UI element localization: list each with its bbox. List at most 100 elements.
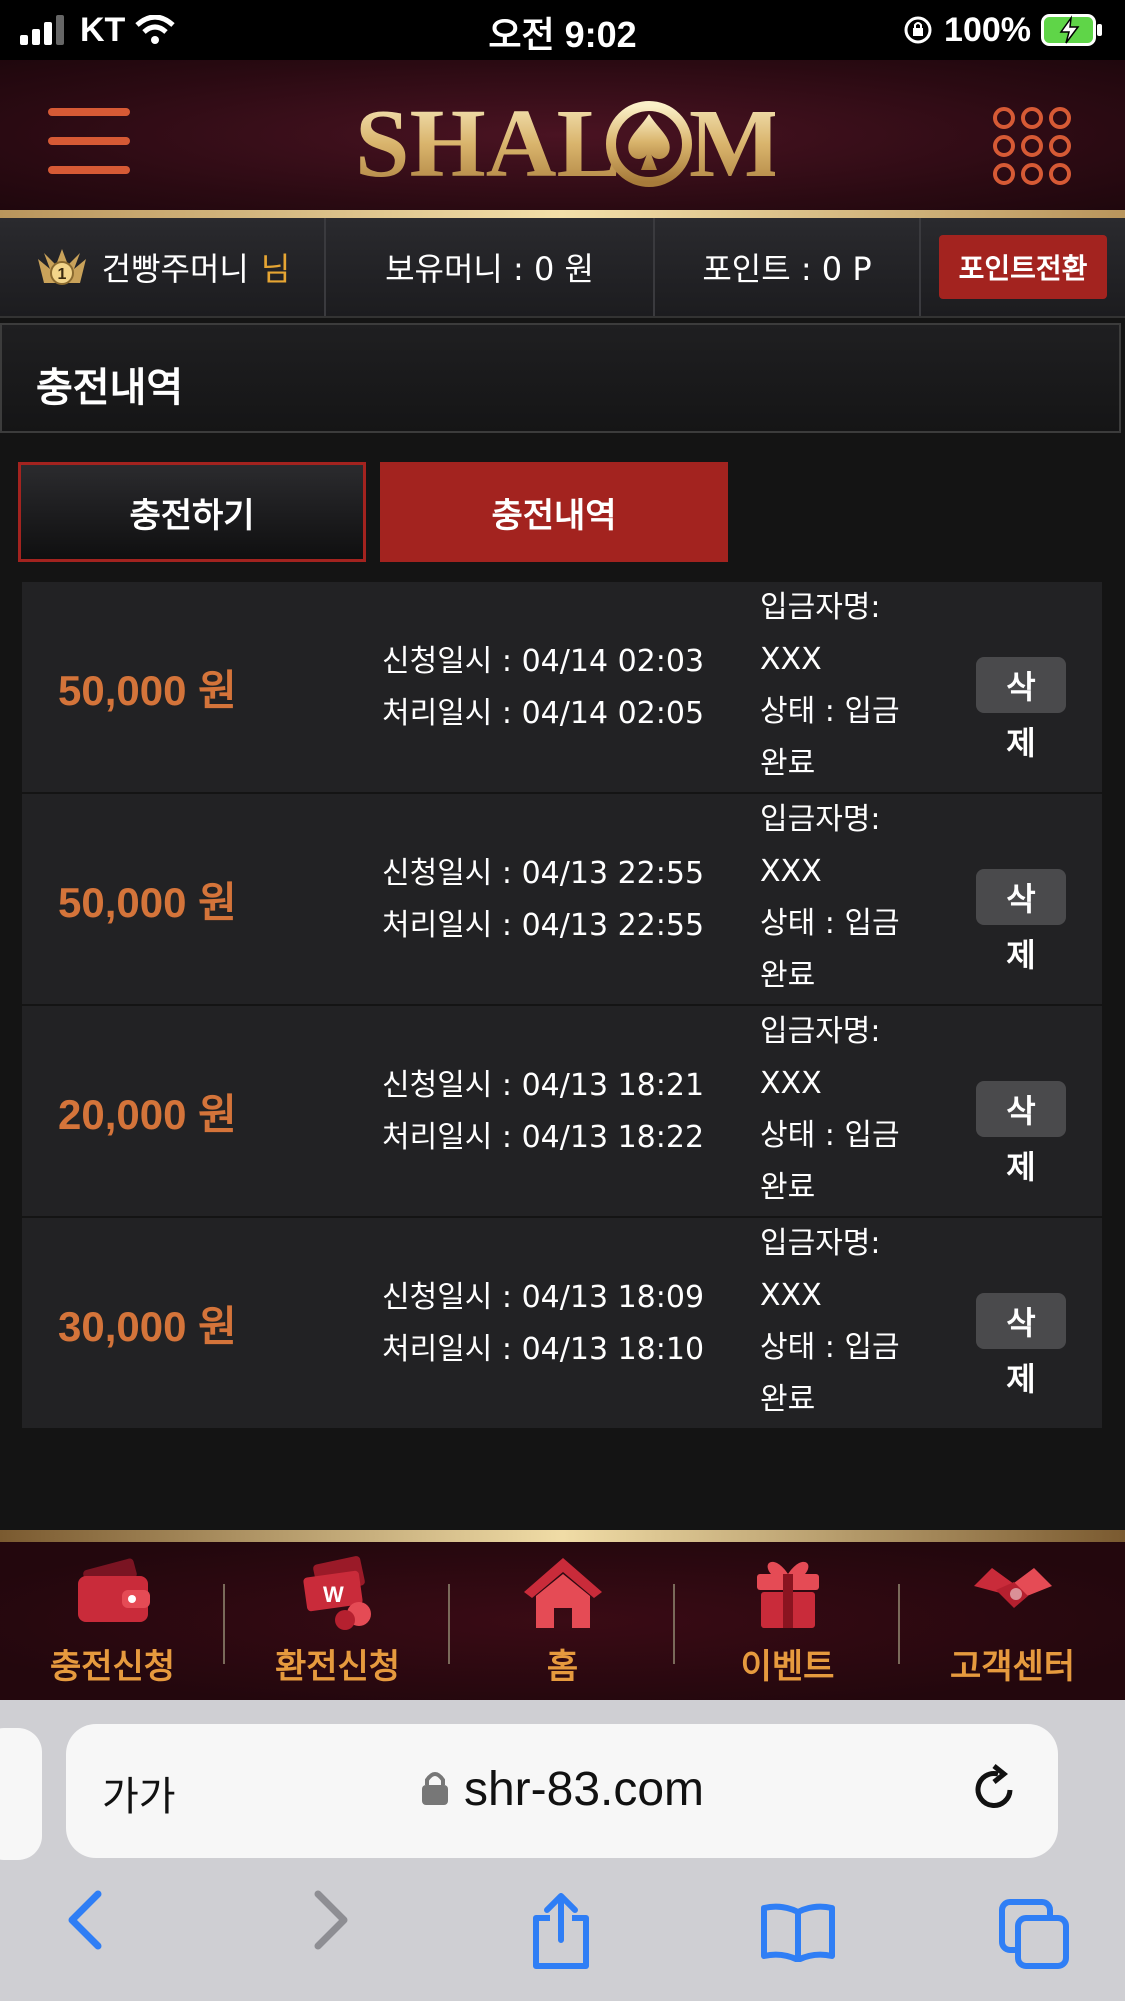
nav-event[interactable]: 이벤트 (675, 1542, 900, 1700)
point-balance: 포인트 : 0 P (655, 218, 921, 316)
charge-history-list: 50,000 원 신청일시 : 04/14 02:03 처리일시 : 04/14… (22, 582, 1102, 1430)
page-title-panel: 충전내역 (0, 323, 1121, 433)
deposit-info: 입금자명: XXX 상태 : 입금 완료 (760, 1218, 920, 1426)
charge-dates: 신청일시 : 04/13 18:09 처리일시 : 04/13 18:10 (382, 1272, 704, 1376)
nav-label: 고객센터 (949, 1647, 1076, 1687)
depositor-label: 입금자명: (760, 1014, 881, 1049)
site-header: SHAL M (0, 60, 1125, 210)
depositor-name: XXX (760, 642, 822, 677)
charge-dates: 신청일시 : 04/14 02:03 처리일시 : 04/14 02:05 (382, 636, 704, 740)
svg-text:W: W (323, 1582, 344, 1607)
gift-icon (756, 1561, 819, 1628)
header-divider (0, 210, 1125, 218)
requested-time: 신청일시 : 04/14 02:03 (382, 644, 705, 679)
honorific: 님 (260, 250, 291, 288)
status-text: 상태 : 입금 (760, 906, 900, 941)
tab-charge-history[interactable]: 충전내역 (380, 462, 728, 562)
previous-tab-preview[interactable] (0, 1728, 42, 1860)
charge-amount: 50,000 원 (58, 666, 237, 714)
url-label: shr-83.com (463, 1763, 705, 1816)
charge-amount: 20,000 원 (58, 1090, 237, 1138)
home-icon (523, 1558, 602, 1628)
delete-button[interactable]: 삭 (976, 657, 1066, 713)
svg-text:SHAL: SHAL (355, 90, 622, 190)
charge-amount: 50,000 원 (58, 878, 237, 926)
status-text-cont: 완료 (760, 1170, 816, 1205)
nav-home[interactable]: 홈 (450, 1542, 675, 1700)
depositor-name: XXX (760, 1066, 822, 1101)
svg-text:M: M (689, 90, 775, 190)
handshake-icon (973, 1568, 1052, 1608)
nav-exchange-request[interactable]: W 환전신청 (225, 1542, 450, 1700)
depositor-name: XXX (760, 854, 822, 889)
depositor-label: 입금자명: (760, 1226, 881, 1261)
status-text-cont: 완료 (760, 746, 816, 781)
history-row: 50,000 원 신청일시 : 04/14 02:03 처리일시 : 04/14… (22, 582, 1102, 794)
delete-button[interactable]: 삭 (976, 869, 1066, 925)
bookmarks-icon[interactable] (760, 1902, 836, 1962)
address-bar[interactable]: 가가 shr-83.com (66, 1724, 1058, 1858)
wallet-icon (77, 1558, 150, 1622)
history-row: 20,000 원 신청일시 : 04/13 18:21 처리일시 : 04/13… (22, 1006, 1102, 1218)
processed-time: 처리일시 : 04/13 22:55 (382, 908, 705, 943)
rotation-lock-icon (904, 16, 932, 44)
nav-charge-request[interactable]: 충전신청 (0, 1542, 225, 1700)
lock-icon (421, 1772, 448, 1805)
forward-icon[interactable] (310, 1890, 350, 1950)
username: 건빵주머니 (101, 250, 249, 288)
processed-time: 처리일시 : 04/13 18:10 (382, 1332, 705, 1367)
level-badge-icon: 1 (37, 249, 86, 285)
history-row: 30,000 원 신청일시 : 04/13 18:09 처리일시 : 04/13… (22, 1218, 1102, 1430)
level-number: 1 (57, 266, 66, 283)
shalom-logo[interactable]: SHAL M (355, 90, 775, 190)
requested-time: 신청일시 : 04/13 22:55 (382, 856, 705, 891)
requested-time: 신청일시 : 04/13 18:21 (382, 1068, 705, 1103)
status-text: 상태 : 입금 (760, 1118, 900, 1153)
nav-label: 환전신청 (274, 1647, 401, 1687)
charge-dates: 신청일시 : 04/13 22:55 처리일시 : 04/13 22:55 (382, 848, 704, 952)
page-title: 충전내역 (36, 365, 184, 411)
status-text: 상태 : 입금 (760, 1330, 900, 1365)
charge-dates: 신청일시 : 04/13 18:21 처리일시 : 04/13 18:22 (382, 1060, 704, 1164)
nav-label: 충전신청 (49, 1647, 176, 1687)
delete-button-label[interactable]: 제 (976, 1354, 1066, 1400)
status-text-cont: 완료 (760, 1382, 816, 1417)
depositor-label: 입금자명: (760, 802, 881, 837)
user-info-bar: 1 건빵주머니 님 보유머니 : 0 원 포인트 : 0 P 포인트전환 (0, 218, 1125, 318)
processed-time: 처리일시 : 04/14 02:05 (382, 696, 705, 731)
charge-amount: 30,000 원 (58, 1302, 237, 1350)
point-convert-button[interactable]: 포인트전환 (939, 235, 1107, 299)
url-text: shr-83.com (66, 1762, 1058, 1817)
requested-time: 신청일시 : 04/13 18:09 (382, 1280, 705, 1315)
nav-label: 홈 (546, 1647, 579, 1687)
hamburger-menu-icon[interactable] (48, 108, 130, 174)
battery-percent: 100% (944, 10, 1031, 49)
history-row: 50,000 원 신청일시 : 04/13 22:55 처리일시 : 04/13… (22, 794, 1102, 1006)
money-icon: W (302, 1556, 371, 1630)
reload-icon[interactable] (970, 1764, 1020, 1818)
bottom-nav: 충전신청 W 환전신청 홈 이벤트 고객센터 (0, 1542, 1125, 1700)
delete-button-label[interactable]: 제 (976, 1142, 1066, 1188)
deposit-info: 입금자명: XXX 상태 : 입금 완료 (760, 1006, 920, 1214)
delete-button-label[interactable]: 제 (976, 718, 1066, 764)
status-text: 상태 : 입금 (760, 694, 900, 729)
delete-button-label[interactable]: 제 (976, 930, 1066, 976)
back-icon[interactable] (66, 1890, 106, 1950)
grid-menu-icon[interactable] (992, 106, 1072, 186)
delete-button[interactable]: 삭 (976, 1293, 1066, 1349)
deposit-info: 입금자명: XXX 상태 : 입금 완료 (760, 794, 920, 1002)
depositor-label: 입금자명: (760, 590, 881, 625)
money-balance: 보유머니 : 0 원 (326, 218, 655, 316)
battery-charging-icon (1041, 14, 1102, 46)
deposit-info: 입금자명: XXX 상태 : 입금 완료 (760, 582, 920, 790)
nav-customer-center[interactable]: 고객센터 (900, 1542, 1125, 1700)
status-bar: KT 오전 9:02 100% (0, 0, 1125, 60)
bottom-nav-divider (0, 1530, 1125, 1542)
tabs-icon[interactable] (998, 1898, 1070, 1970)
share-icon[interactable] (530, 1892, 592, 1970)
depositor-name: XXX (760, 1278, 822, 1313)
convert-cell: 포인트전환 (921, 218, 1125, 316)
processed-time: 처리일시 : 04/13 18:22 (382, 1120, 705, 1155)
delete-button[interactable]: 삭 (976, 1081, 1066, 1137)
tab-charge[interactable]: 충전하기 (18, 462, 366, 562)
